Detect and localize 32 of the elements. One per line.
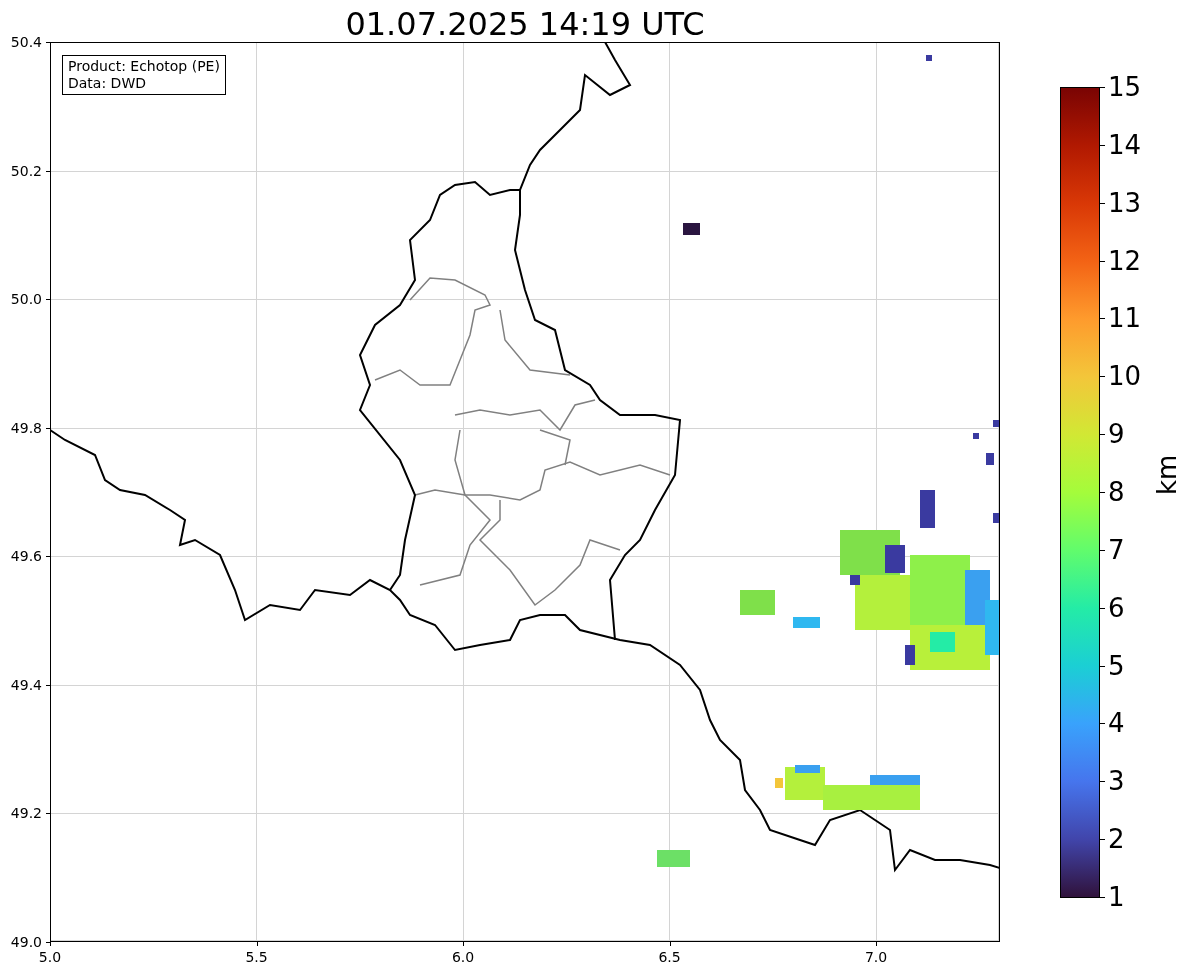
axis-tick-label: 50.2 [10,162,42,179]
colorbar-tick-label: 2 [1108,826,1125,853]
axis-tick-label: 6.5 [658,949,681,965]
colorbar-tick-label: 15 [1108,74,1142,100]
chart-title: 01.07.2025 14:19 UTC [345,8,705,42]
colorbar-tick-label: 13 [1108,189,1142,216]
colorbar-tick-label: 8 [1108,479,1125,505]
colorbar-tick-label: 1 [1108,884,1125,910]
axis-tick-label: 7.0 [864,949,888,965]
colorbar-tick-label: 10 [1108,363,1142,390]
colorbar-tick-label: 5 [1108,652,1125,679]
colorbar-label: km [1152,454,1178,495]
axis-tick-label: 49.8 [10,419,42,436]
colorbar-tick-label: 7 [1108,536,1125,563]
axis-tick-label: 5.0 [38,949,62,965]
axis-tick-label: 6.0 [451,949,475,965]
colorbar-tick-label: 11 [1108,305,1142,332]
colorbar-tick-label: 14 [1108,131,1142,158]
axis-tick-label: 50.0 [10,291,42,308]
colorbar-tick-label: 3 [1108,768,1125,795]
axis-tick-label: 49.0 [10,934,42,950]
axis-tick-label: 49.6 [10,548,42,565]
axis-tick-label: 5.5 [245,949,268,965]
legend-text: Data: DWD [68,75,147,92]
colorbar-tick-label: 4 [1108,710,1125,737]
colorbar-tick-label: 12 [1108,247,1142,274]
colorbar-tick-label: 9 [1108,421,1125,448]
axis-tick-label: 49.2 [10,805,42,822]
axis-tick-label: 50.4 [10,34,42,50]
axis-tick-label: 49.4 [10,676,42,693]
legend-text: Product: Echotop (PE) [68,58,220,75]
colorbar-tick-label: 6 [1108,594,1125,621]
